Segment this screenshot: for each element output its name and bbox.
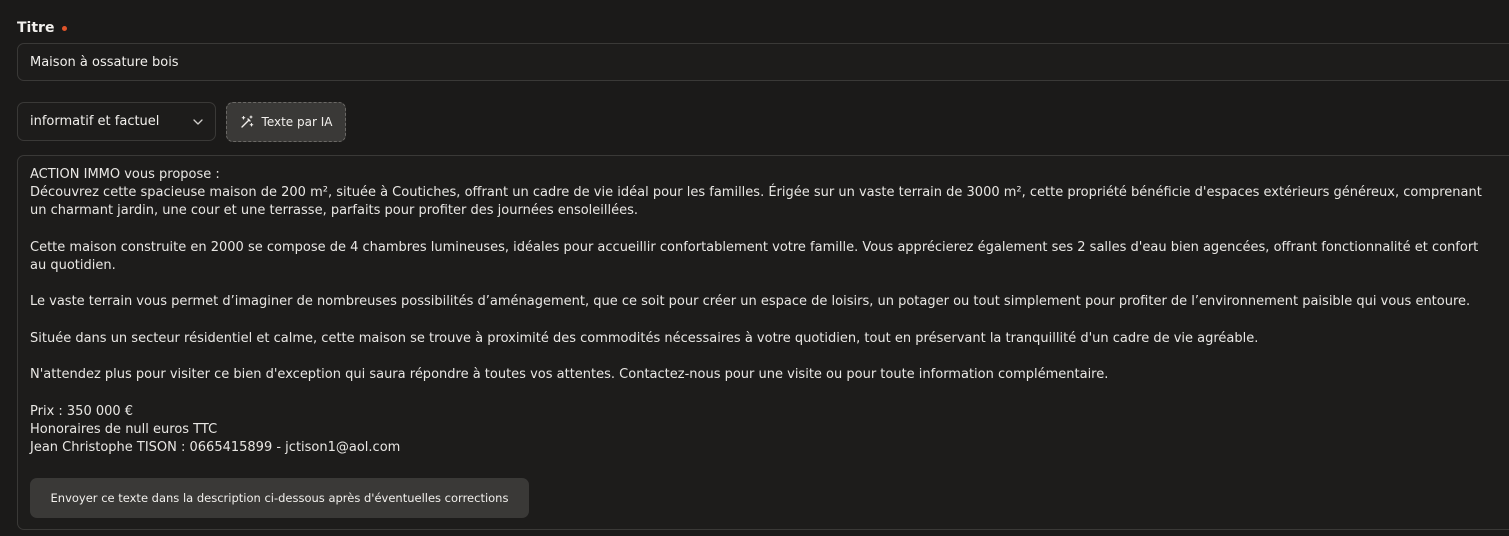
title-label: Titre — [17, 20, 55, 36]
required-indicator — [62, 26, 68, 31]
magic-wand-icon — [240, 115, 254, 129]
title-label-row: Titre — [17, 18, 68, 38]
generated-description-text[interactable]: ACTION IMMO vous propose : Découvrez cet… — [30, 166, 1495, 457]
title-input[interactable] — [17, 43, 1509, 81]
send-to-description-button[interactable]: Envoyer ce texte dans la description ci-… — [30, 478, 529, 518]
ai-text-button-label: Texte par IA — [261, 115, 333, 129]
ai-text-button[interactable]: Texte par IA — [226, 102, 346, 142]
generated-text-panel[interactable]: ACTION IMMO vous propose : Découvrez cet… — [17, 155, 1509, 530]
tone-select-value: informatif et factuel — [30, 114, 160, 129]
chevron-down-icon — [193, 117, 203, 127]
tone-select[interactable]: informatif et factuel — [17, 102, 216, 141]
